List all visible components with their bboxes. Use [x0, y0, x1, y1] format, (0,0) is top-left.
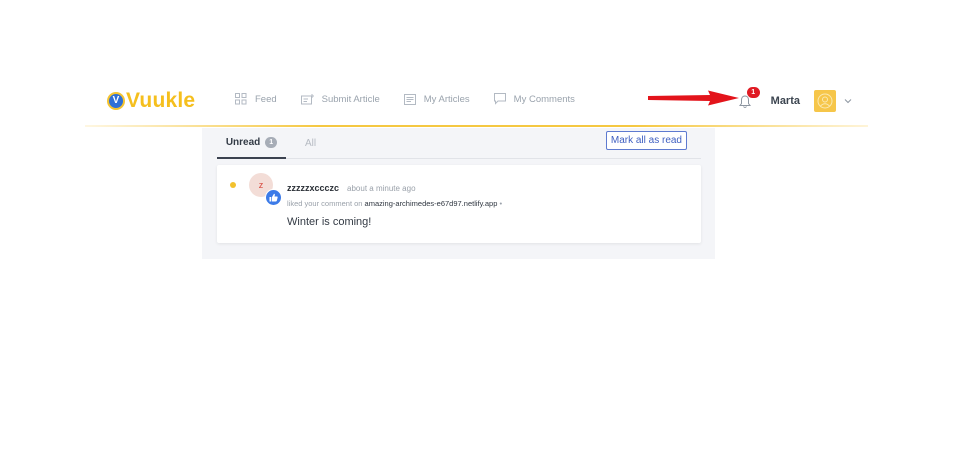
nav-my-comments-label: My Comments	[513, 93, 575, 105]
like-badge	[265, 189, 282, 206]
chevron-down-icon[interactable]	[844, 98, 852, 104]
notifier-name[interactable]: zzzzzxccczc	[287, 183, 339, 193]
comment-text: Winter is coming!	[287, 216, 372, 228]
articles-icon	[403, 93, 416, 105]
nav-my-articles[interactable]: My Articles	[403, 93, 470, 105]
nav-feed-label: Feed	[255, 93, 277, 105]
nav-my-articles-label: My Articles	[423, 93, 470, 105]
notification-action: liked your comment on amazing-archimedes…	[287, 199, 502, 208]
nav-submit-article-label: Submit Article	[321, 93, 380, 105]
tab-all[interactable]: All	[305, 138, 316, 149]
vuukle-logo[interactable]: V Vuukle	[107, 89, 195, 113]
logo-mark-icon: V	[107, 92, 125, 110]
tab-unread-label: Unread	[225, 137, 261, 148]
comment-icon	[493, 93, 506, 105]
action-suffix: •	[497, 199, 503, 208]
nav-feed[interactable]: Feed	[235, 93, 277, 105]
notifications-panel: Unread 1 All Mark all as read z zzzzzxcc…	[202, 128, 715, 259]
top-header: V Vuukle Feed Submit Article My Articles…	[85, 80, 868, 126]
notification-header: zzzzzxccczc about a minute ago	[287, 183, 416, 193]
notification-count-badge: 1	[746, 87, 760, 98]
unread-count-badge: 1	[265, 137, 278, 148]
notifications-bell[interactable]: 1	[738, 87, 760, 109]
header-user-area: 1 Marta	[738, 86, 852, 116]
tab-unread[interactable]: Unread 1	[217, 128, 286, 159]
notification-tabs: Unread 1 All Mark all as read	[217, 128, 701, 159]
notification-item[interactable]: z zzzzzxccczc about a minute ago liked y…	[217, 165, 701, 243]
logo-text: Vuukle	[126, 89, 196, 112]
unread-dot	[230, 182, 236, 188]
main-nav: Feed Submit Article My Articles My Comme…	[235, 93, 599, 105]
username[interactable]: Marta	[771, 95, 800, 107]
submit-article-icon	[300, 93, 314, 104]
red-arrow-icon	[648, 90, 739, 106]
user-avatar-icon	[817, 93, 833, 109]
notification-time: about a minute ago	[347, 184, 416, 193]
logo-mark-letter: V	[112, 95, 120, 106]
grid-icon	[235, 93, 247, 105]
user-avatar[interactable]	[814, 90, 836, 112]
nav-my-comments[interactable]: My Comments	[493, 93, 575, 105]
mark-all-read-button[interactable]: Mark all as read	[605, 131, 687, 150]
nav-submit-article[interactable]: Submit Article	[300, 93, 380, 105]
thumbs-up-icon	[269, 193, 278, 202]
header-divider	[85, 125, 868, 127]
site-link[interactable]: amazing-archimedes-e67d97.netlify.app	[365, 199, 498, 208]
action-prefix: liked your comment on	[287, 199, 363, 208]
